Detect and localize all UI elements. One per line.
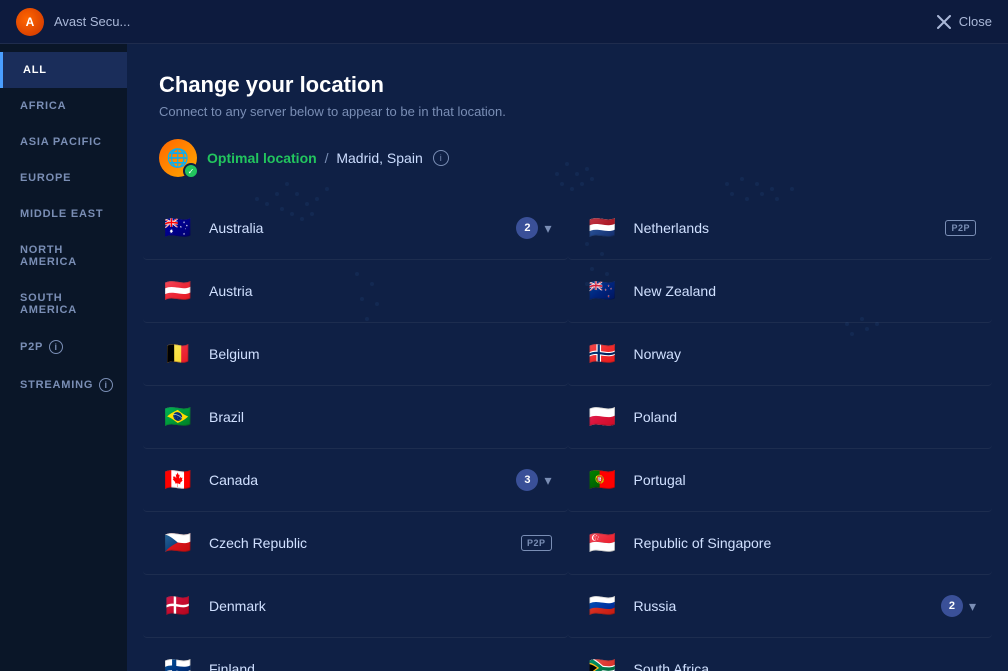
server-name: Czech Republic xyxy=(209,535,521,551)
close-icon xyxy=(937,15,951,29)
server-name: Brazil xyxy=(209,409,552,425)
flag-icon: 🇵🇱 xyxy=(584,398,622,436)
p2p-badge: P2P xyxy=(945,220,976,236)
server-item[interactable]: 🇿🇦 South Africa xyxy=(568,638,993,671)
server-item[interactable]: 🇧🇷 Brazil xyxy=(143,386,568,449)
p2p-info-icon[interactable]: i xyxy=(49,340,63,354)
server-item[interactable]: 🇳🇴 Norway xyxy=(568,323,993,386)
server-name: Denmark xyxy=(209,598,552,614)
flag-icon: 🇧🇷 xyxy=(159,398,197,436)
server-item[interactable]: 🇦🇹 Austria xyxy=(143,260,568,323)
main-layout: ALL AFRICA ASIA PACIFIC EUROPE MIDDLE EA… xyxy=(0,44,1008,671)
server-count-badge: 3 xyxy=(516,469,538,491)
flag-icon: 🇷🇺 xyxy=(584,587,622,625)
server-item[interactable]: 🇳🇿 New Zealand xyxy=(568,260,993,323)
optimal-location-name: Madrid, Spain xyxy=(336,150,422,166)
close-button[interactable]: Close xyxy=(937,14,992,29)
server-item[interactable]: 🇨🇦 Canada3 ▾ xyxy=(143,449,568,512)
server-item[interactable]: 🇷🇺 Russia2 ▾ xyxy=(568,575,993,638)
server-item[interactable]: 🇵🇹 Portugal xyxy=(568,449,993,512)
server-item[interactable]: 🇸🇬 Republic of Singapore xyxy=(568,512,993,575)
expand-chevron-icon[interactable]: ▾ xyxy=(544,220,551,237)
server-name: New Zealand xyxy=(634,283,977,299)
expand-chevron-icon[interactable]: ▾ xyxy=(544,472,551,489)
server-item[interactable]: 🇫🇮 Finland xyxy=(143,638,568,671)
sidebar-item-north-america[interactable]: NORTH AMERICA xyxy=(0,232,127,280)
server-name: Norway xyxy=(634,346,977,362)
optimal-info-icon[interactable]: i xyxy=(433,150,449,166)
server-count-badge: 2 xyxy=(941,595,963,617)
app-logo: A xyxy=(16,8,44,36)
sidebar: ALL AFRICA ASIA PACIFIC EUROPE MIDDLE EA… xyxy=(0,44,127,671)
server-name: Russia xyxy=(634,598,941,614)
server-name: Poland xyxy=(634,409,977,425)
server-name: Portugal xyxy=(634,472,977,488)
page-header: Change your location Connect to any serv… xyxy=(127,44,1008,139)
flag-icon: 🇨🇿 xyxy=(159,524,197,562)
sidebar-item-streaming[interactable]: STREAMING i xyxy=(0,366,127,404)
optimal-text: Optimal location / Madrid, Spain xyxy=(207,150,423,166)
flag-icon: 🇫🇮 xyxy=(159,650,197,671)
flag-icon: 🇧🇪 xyxy=(159,335,197,373)
sidebar-item-europe[interactable]: EUROPE xyxy=(0,160,127,196)
optimal-label: Optimal location xyxy=(207,150,317,166)
sidebar-item-asia-pacific[interactable]: ASIA PACIFIC xyxy=(0,124,127,160)
title-bar: A Avast Secu... Close xyxy=(0,0,1008,44)
server-name: Republic of Singapore xyxy=(634,535,977,551)
server-name: Australia xyxy=(209,220,516,236)
server-item[interactable]: 🇦🇺 Australia2 ▾ xyxy=(143,197,568,260)
flag-icon: 🇵🇹 xyxy=(584,461,622,499)
server-name: Netherlands xyxy=(634,220,946,236)
check-badge-icon: ✓ xyxy=(183,163,199,179)
flag-icon: 🇨🇦 xyxy=(159,461,197,499)
server-item[interactable]: 🇳🇱 NetherlandsP2P xyxy=(568,197,993,260)
flag-icon: 🇸🇬 xyxy=(584,524,622,562)
optimal-location-icon: 🌐 ✓ xyxy=(159,139,197,177)
flag-icon: 🇳🇱 xyxy=(584,209,622,247)
flag-icon: 🇩🇰 xyxy=(159,587,197,625)
expand-chevron-icon[interactable]: ▾ xyxy=(969,598,976,615)
server-name: Austria xyxy=(209,283,552,299)
server-item[interactable]: 🇨🇿 Czech RepublicP2P xyxy=(143,512,568,575)
flag-icon: 🇦🇺 xyxy=(159,209,197,247)
sidebar-item-all[interactable]: ALL xyxy=(0,52,127,88)
server-item[interactable]: 🇩🇰 Denmark xyxy=(143,575,568,638)
sidebar-item-south-america[interactable]: SOUTH AMERICA xyxy=(0,280,127,328)
server-name: Canada xyxy=(209,472,516,488)
server-name: Belgium xyxy=(209,346,552,362)
server-name: Finland xyxy=(209,661,552,671)
streaming-info-icon[interactable]: i xyxy=(99,378,113,392)
page-subtitle: Connect to any server below to appear to… xyxy=(159,104,976,119)
server-item[interactable]: 🇵🇱 Poland xyxy=(568,386,993,449)
flag-icon: 🇦🇹 xyxy=(159,272,197,310)
server-name: South Africa xyxy=(634,661,977,671)
optimal-location[interactable]: 🌐 ✓ Optimal location / Madrid, Spain i xyxy=(127,139,1008,197)
sidebar-item-middle-east[interactable]: MIDDLE EAST xyxy=(0,196,127,232)
server-item[interactable]: 🇧🇪 Belgium xyxy=(143,323,568,386)
sidebar-item-p2p[interactable]: P2P i xyxy=(0,328,127,366)
flag-icon: 🇳🇴 xyxy=(584,335,622,373)
sidebar-item-africa[interactable]: AFRICA xyxy=(0,88,127,124)
content-area: Change your location Connect to any serv… xyxy=(127,44,1008,671)
server-count-badge: 2 xyxy=(516,217,538,239)
server-list: 🇦🇺Australia2▾🇳🇱NetherlandsP2P🇦🇹Austria🇳🇿… xyxy=(127,197,1008,671)
content-inner: Change your location Connect to any serv… xyxy=(127,44,1008,671)
page-title: Change your location xyxy=(159,72,976,98)
flag-icon: 🇳🇿 xyxy=(584,272,622,310)
p2p-badge: P2P xyxy=(521,535,552,551)
app-name: Avast Secu... xyxy=(54,14,130,29)
flag-icon: 🇿🇦 xyxy=(584,650,622,671)
